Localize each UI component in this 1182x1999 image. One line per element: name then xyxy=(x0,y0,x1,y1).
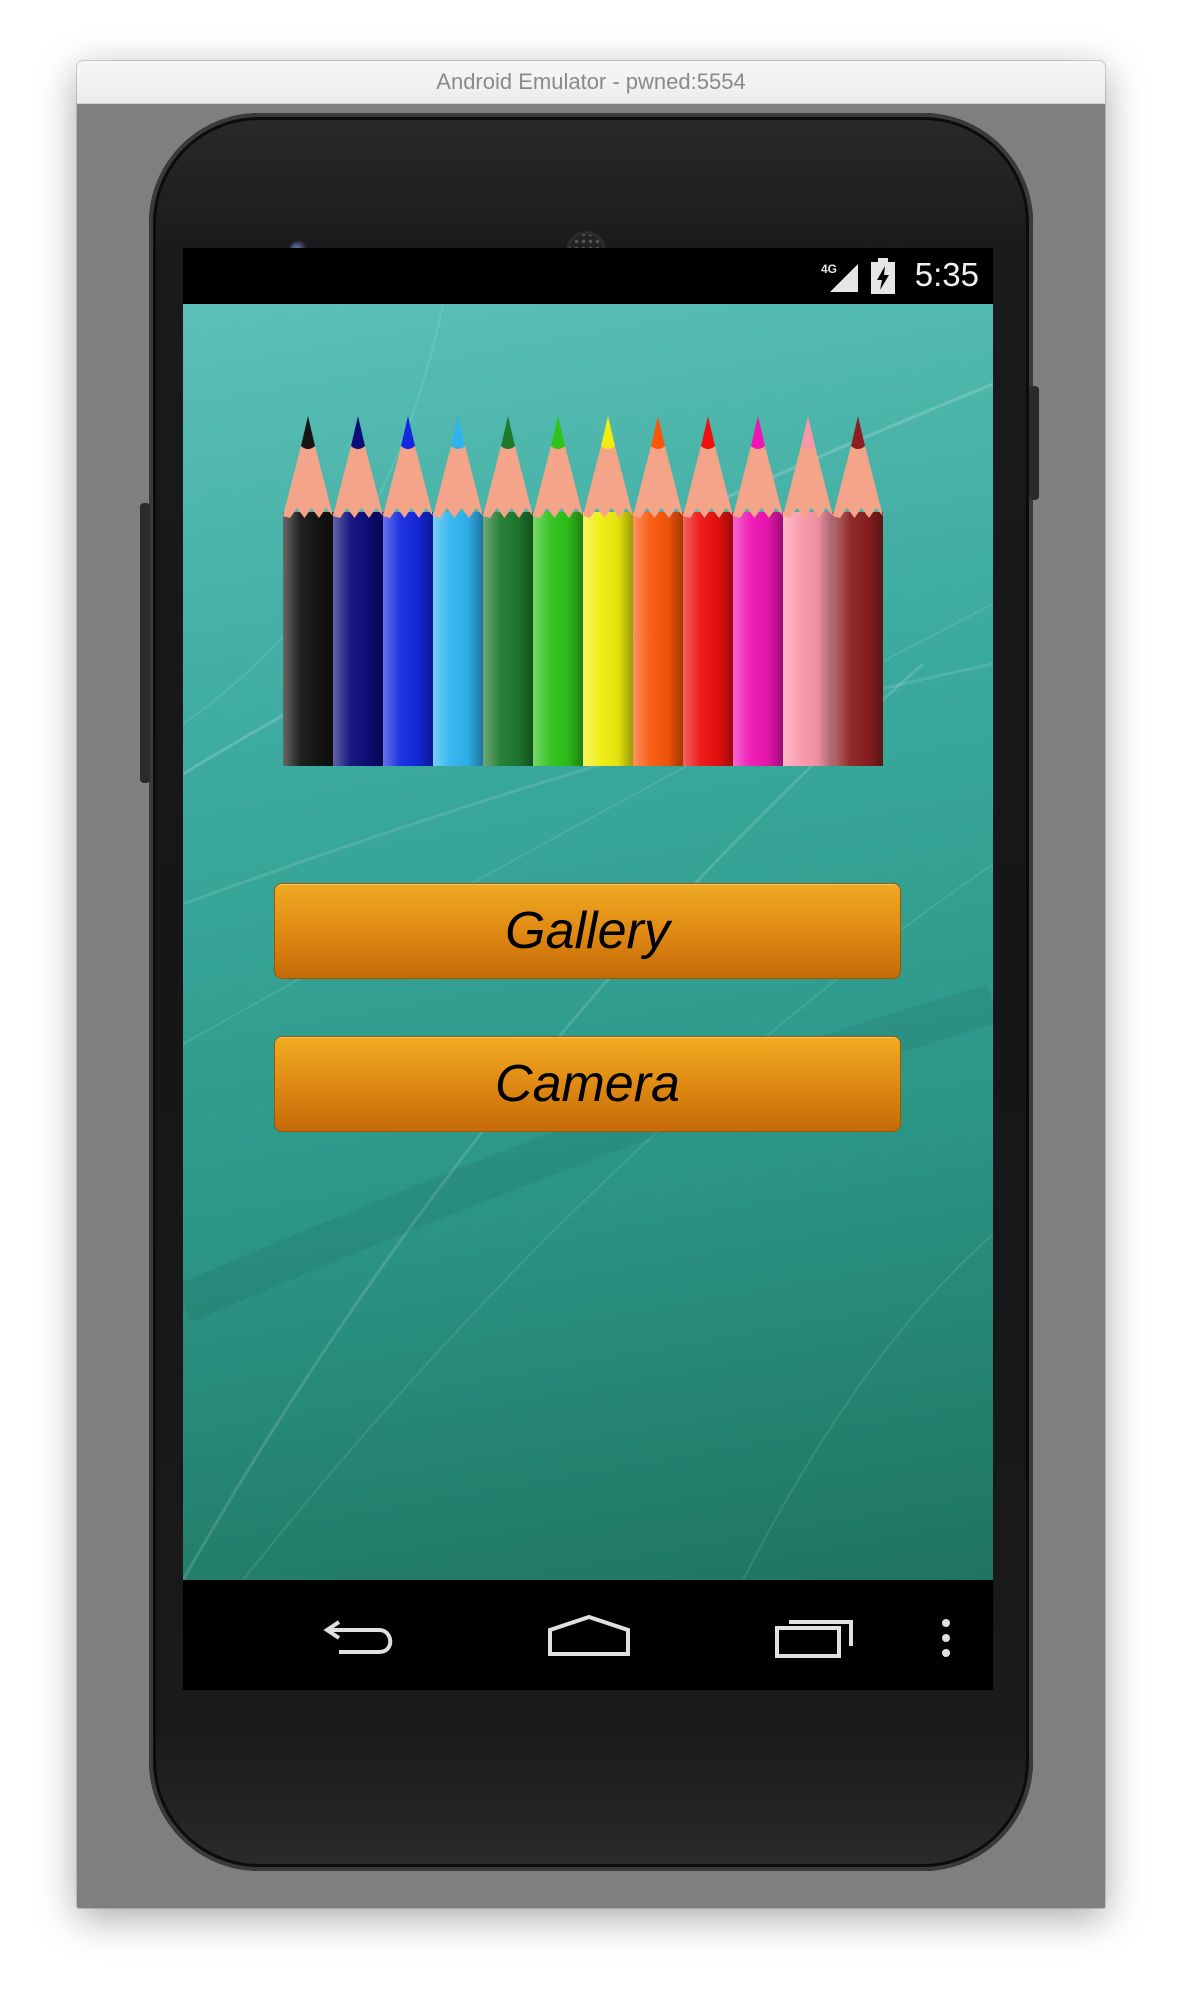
pencil-9 xyxy=(683,416,733,766)
pencil-8 xyxy=(633,416,683,766)
app-main-screen: Gallery Camera xyxy=(183,304,993,1580)
pencil-4 xyxy=(433,416,483,766)
power-button[interactable] xyxy=(1029,386,1039,500)
pencil-3 xyxy=(383,416,433,766)
pencil-11 xyxy=(783,416,833,766)
status-clock: 5:35 xyxy=(914,256,979,293)
window-title: Android Emulator - pwned:5554 xyxy=(77,61,1105,104)
pencil-1 xyxy=(283,416,333,766)
home-icon[interactable] xyxy=(547,1614,631,1658)
back-icon[interactable] xyxy=(323,1614,399,1658)
emulator-window: Android Emulator - pwned:5554 4G 5:35 Ga… xyxy=(77,61,1105,1908)
pencil-12 xyxy=(833,416,883,766)
pencil-6 xyxy=(533,416,583,766)
device-screen: 4G 5:35 Gallery Camera xyxy=(183,248,993,1690)
network-type-label: 4G xyxy=(821,262,837,276)
volume-button[interactable] xyxy=(140,503,150,783)
signal-4g-icon: 4G xyxy=(821,262,858,292)
battery-charging-icon xyxy=(871,258,895,294)
pencil-10 xyxy=(733,416,783,766)
camera-button[interactable]: Camera xyxy=(274,1036,901,1132)
pencil-7 xyxy=(583,416,633,766)
pencil-5 xyxy=(483,416,533,766)
overflow-menu-icon[interactable] xyxy=(940,1618,952,1658)
navigation-bar xyxy=(183,1580,993,1690)
gallery-button[interactable]: Gallery xyxy=(274,883,901,979)
status-bar: 4G 5:35 xyxy=(183,248,993,304)
recents-icon[interactable] xyxy=(775,1614,855,1658)
pencil-2 xyxy=(333,416,383,766)
colored-pencils-logo xyxy=(283,416,883,766)
